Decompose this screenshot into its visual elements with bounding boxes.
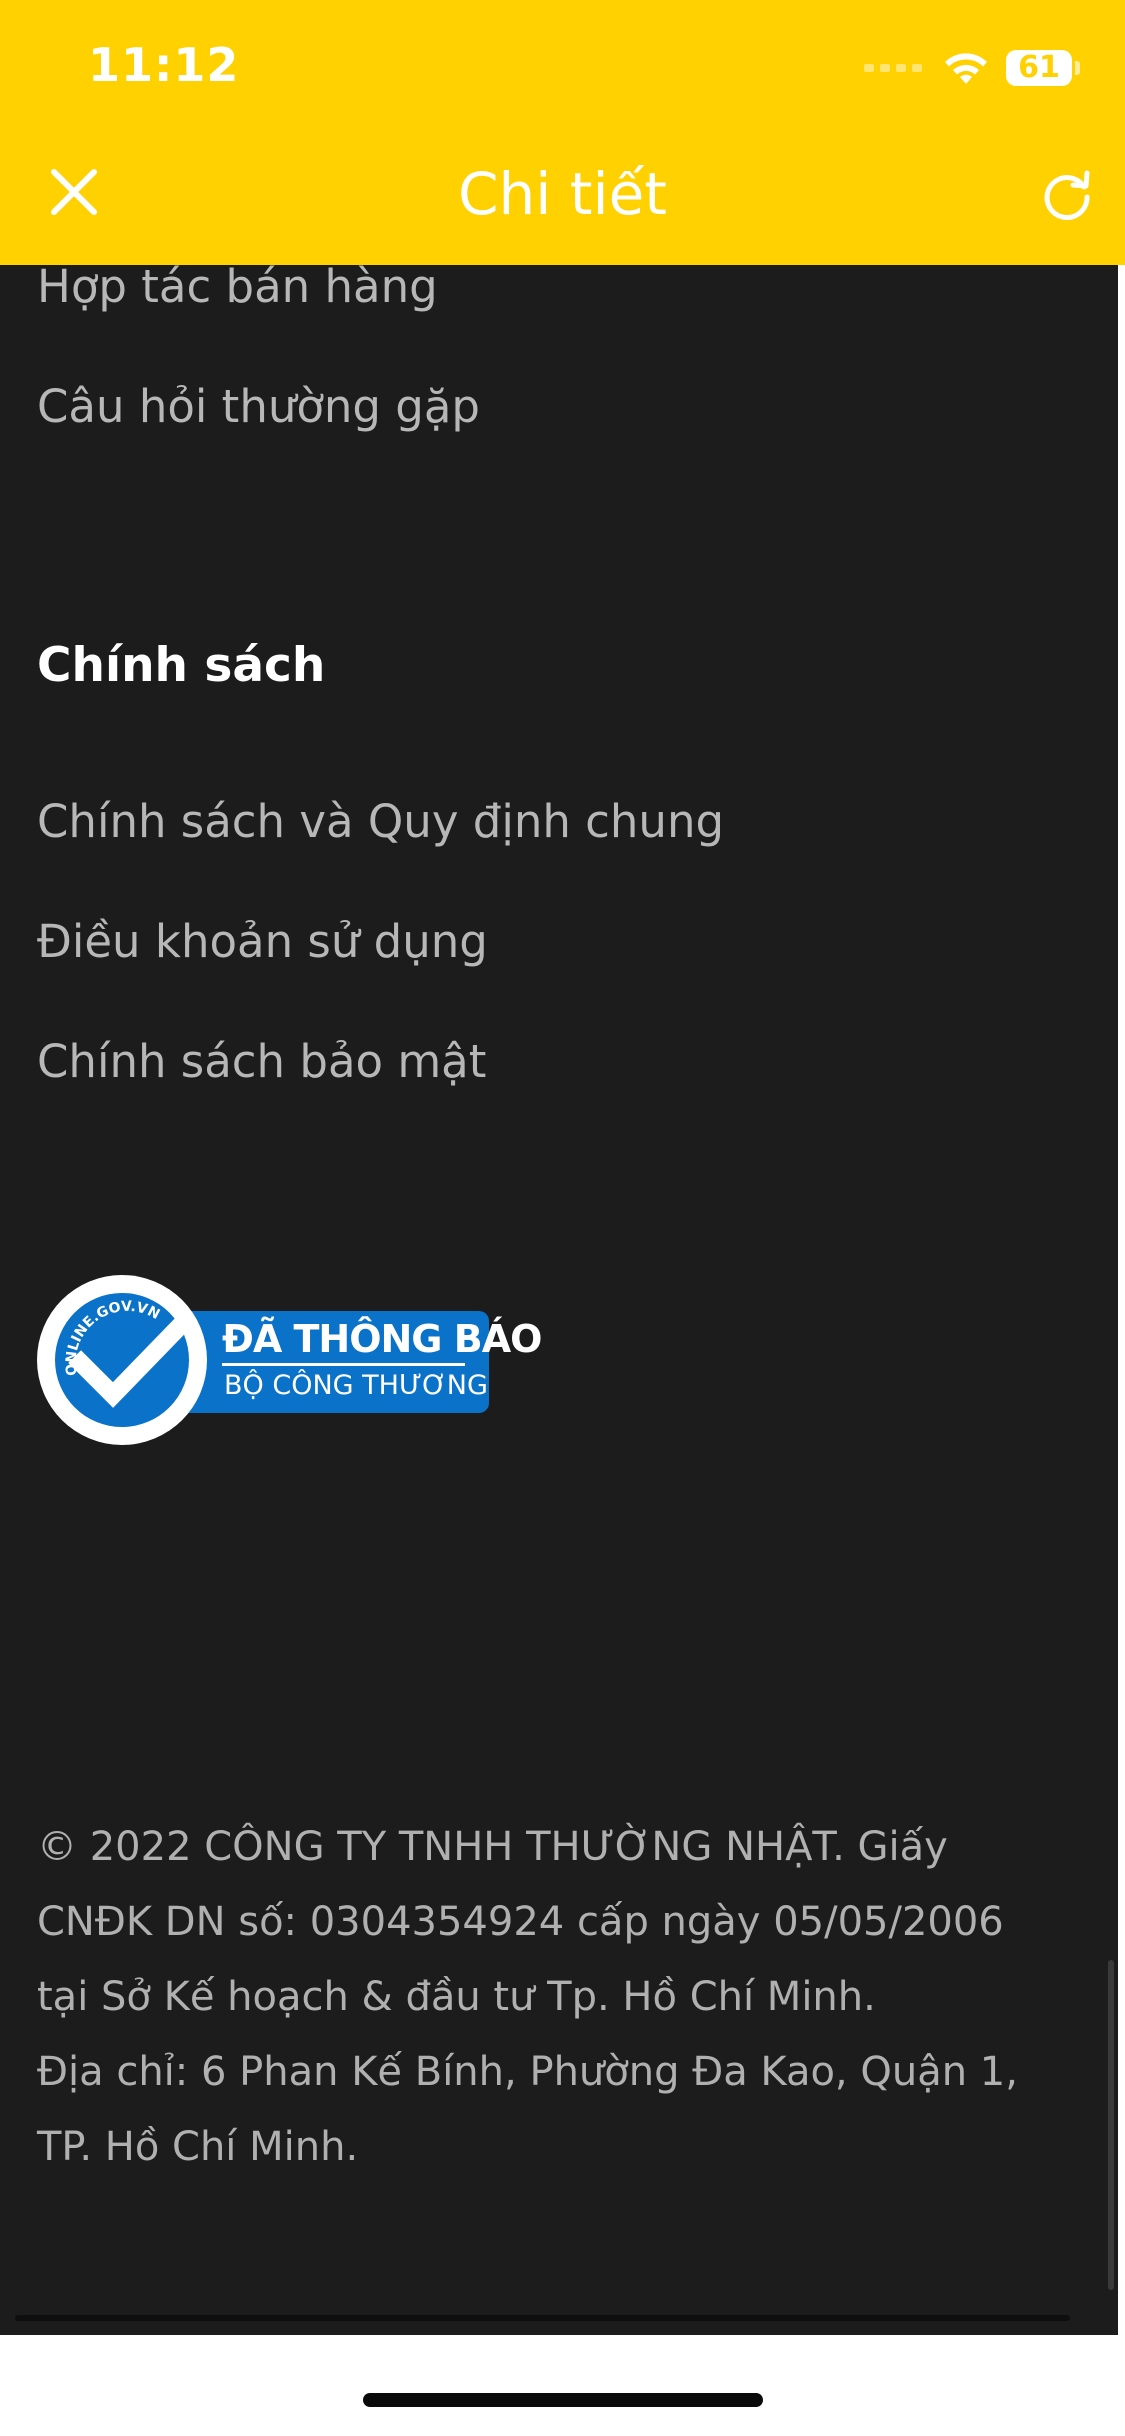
status-time: 11:12 (88, 38, 240, 92)
page-title: Chi tiết (457, 160, 668, 228)
badge-underline (222, 1363, 465, 1366)
link-terms-of-use[interactable]: Điều khoản sử dụng (37, 915, 488, 968)
app-bar: 11:12 61 Chi tiết (0, 0, 1125, 265)
web-content: Hợp tác bán hàng Câu hỏi thường gặp Chín… (0, 265, 1118, 2335)
footer-company-line: © 2022 CÔNG TY TNHH THƯỜNG NHẬT. Giấy CN… (37, 1824, 1004, 2020)
bottom-divider (15, 2315, 1070, 2321)
home-indicator[interactable] (363, 2393, 763, 2407)
badge-line1: ĐÃ THÔNG BÁO (222, 1317, 542, 1361)
status-icons: 61 (864, 46, 1080, 90)
link-privacy-policy[interactable]: Chính sách bảo mật (37, 1035, 486, 1088)
battery-icon: 61 (1006, 50, 1072, 86)
moit-registration-badge[interactable]: ONLINE.GOV.VN ĐÃ THÔNG BÁO BỘ CÔNG THƯƠN… (37, 1275, 542, 1445)
link-faq[interactable]: Câu hỏi thường gặp (37, 380, 480, 433)
footer-address-line: Địa chỉ: 6 Phan Kế Bính, Phường Đa Kao, … (37, 2049, 1018, 2170)
reload-icon[interactable] (1037, 165, 1097, 225)
badge-line2: BỘ CÔNG THƯƠNG (224, 1370, 488, 1401)
link-hop-tac-ban-hang[interactable]: Hợp tác bán hàng (37, 265, 438, 313)
policy-section-title: Chính sách (37, 638, 326, 693)
link-general-policy[interactable]: Chính sách và Quy định chung (37, 795, 724, 848)
badge-check-icon: ONLINE.GOV.VN (63, 1299, 192, 1408)
wifi-icon (945, 53, 987, 84)
battery-level: 61 (1018, 50, 1060, 85)
footer-legal-text: © 2022 CÔNG TY TNHH THƯỜNG NHẬT. Giấy CN… (37, 1810, 1067, 2185)
scrollbar[interactable] (1108, 1960, 1114, 2290)
cellular-signal-icon (864, 64, 922, 72)
battery-tip (1075, 61, 1080, 75)
